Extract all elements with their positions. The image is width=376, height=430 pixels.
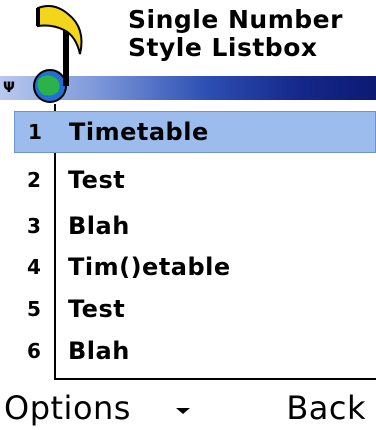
list-item-5[interactable]: 5 Test xyxy=(14,288,376,330)
title-pane: Ψ Single Number Style Listbox xyxy=(0,0,376,103)
list-item-number: 5 xyxy=(27,297,41,321)
list-item-3[interactable]: 3 Blah xyxy=(14,205,376,247)
music-note-icon xyxy=(33,5,83,103)
title-line-1: Single Number xyxy=(128,5,343,34)
list-item-6[interactable]: 6 Blah xyxy=(14,330,376,372)
phone-screen: Ψ Single Number Style Listbox 1 Timetabl… xyxy=(0,0,376,430)
list-item-label: Test xyxy=(68,166,126,194)
list-item-1[interactable]: 1 Timetable xyxy=(14,111,376,153)
title-line-2: Style Listbox xyxy=(128,33,318,62)
list-item-label: Test xyxy=(68,295,126,323)
back-softkey[interactable]: Back xyxy=(286,388,366,428)
list-item-2[interactable]: 2 Test xyxy=(14,159,376,201)
list-item-label: Timetable xyxy=(69,118,209,146)
list-item-4[interactable]: 4 Tim()etable xyxy=(14,246,376,288)
list-item-number: 3 xyxy=(27,214,41,238)
softkey-bar: Options Back xyxy=(0,380,376,430)
scroll-down-arrow-icon xyxy=(176,408,190,414)
antenna-icon: Ψ xyxy=(3,80,15,96)
list-item-label: Blah xyxy=(68,212,130,240)
list-item-number: 4 xyxy=(27,255,41,279)
list-item-number: 6 xyxy=(27,339,41,363)
list-item-label: Blah xyxy=(68,337,130,365)
page-title: Single Number Style Listbox xyxy=(128,6,368,62)
options-softkey[interactable]: Options xyxy=(4,388,131,428)
list-item-label: Tim()etable xyxy=(68,253,231,281)
list-item-number: 1 xyxy=(28,120,42,144)
list-item-number: 2 xyxy=(27,168,41,192)
